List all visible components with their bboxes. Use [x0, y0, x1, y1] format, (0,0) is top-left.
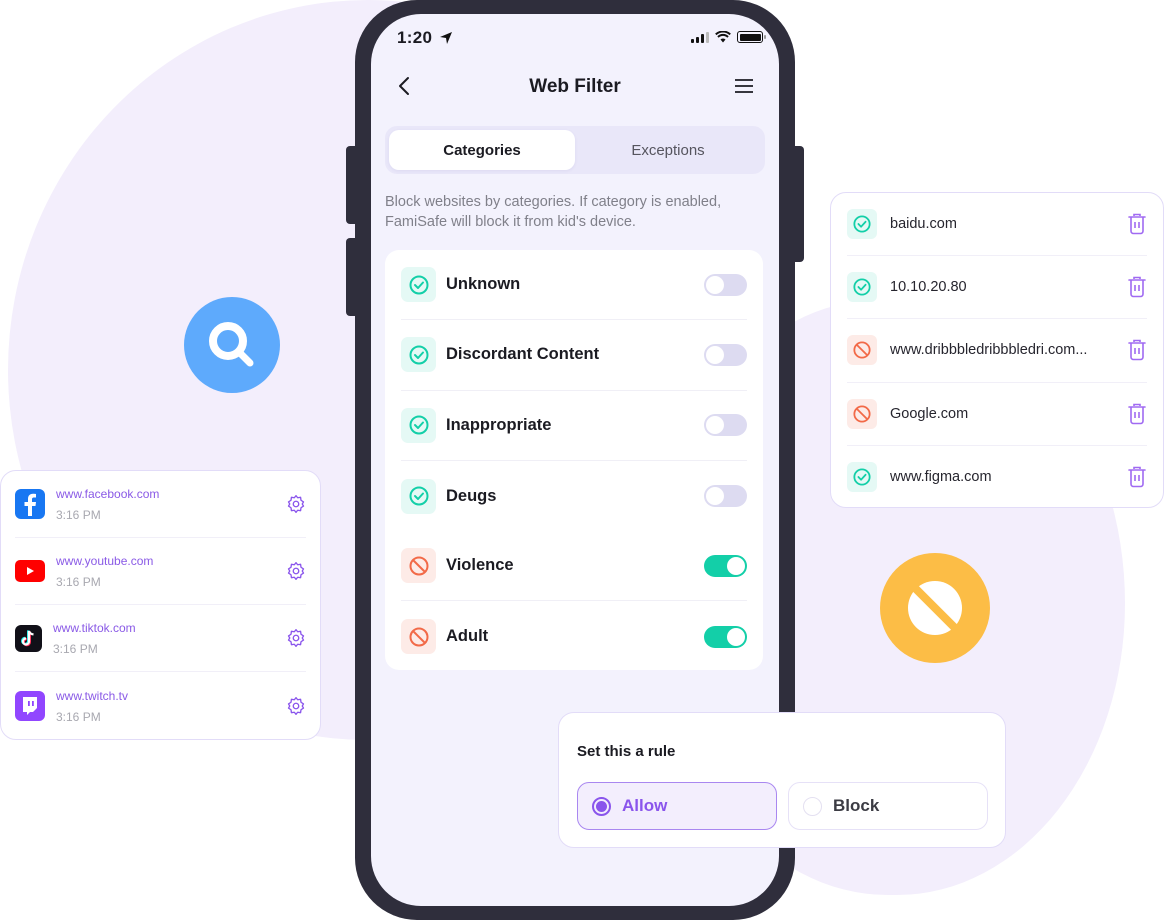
block-icon: [401, 619, 436, 655]
battery-icon: [737, 31, 766, 43]
category-list: Unknown Discordant Content Inappropriate: [385, 250, 763, 670]
block-icon: [847, 398, 877, 429]
signal-icon: [691, 31, 709, 43]
category-row: Adult: [401, 601, 747, 671]
block-icon: [847, 335, 877, 366]
rule-title: Set this a rule: [577, 743, 676, 760]
page-title: Web Filter: [529, 76, 621, 97]
exception-row: 10.10.20.80: [847, 256, 1147, 320]
trash-icon[interactable]: [1127, 213, 1147, 235]
category-row: Unknown: [401, 250, 747, 321]
category-row: Deugs: [401, 461, 747, 531]
block-bubble: [880, 553, 990, 663]
category-label: Unknown: [446, 275, 521, 294]
nav-bar: Web Filter: [371, 74, 779, 100]
trash-icon[interactable]: [1127, 339, 1147, 361]
search-bubble: [184, 297, 280, 393]
exception-row: www.figma.com: [847, 446, 1147, 509]
site-url[interactable]: www.twitch.tv: [56, 688, 286, 704]
category-toggle[interactable]: [704, 414, 747, 437]
site-row: www.twitch.tv 3:16 PM: [15, 672, 306, 739]
twitch-icon: [15, 690, 45, 721]
category-toggle[interactable]: [704, 273, 747, 296]
site-time: 3:16 PM: [56, 508, 101, 522]
block-label: Block: [833, 796, 880, 815]
exceptions-card: baidu.com 10.10.20.80 www.dribbbledribbb…: [830, 192, 1164, 508]
category-label: Violence: [446, 556, 514, 575]
site-time: 3:16 PM: [56, 709, 101, 724]
radio-checked[interactable]: [592, 796, 611, 816]
trash-icon[interactable]: [1127, 276, 1147, 298]
trash-icon[interactable]: [1127, 403, 1147, 425]
gear-icon[interactable]: [286, 561, 306, 581]
block-icon: [908, 581, 962, 635]
category-label: Discordant Content: [446, 345, 600, 364]
menu-icon[interactable]: [735, 78, 753, 94]
gear-icon[interactable]: [286, 494, 306, 514]
exception-url: 10.10.20.80: [890, 279, 967, 296]
category-toggle[interactable]: [704, 485, 747, 508]
category-toggle[interactable]: [704, 554, 747, 577]
check-circle-icon: [401, 407, 436, 443]
site-url[interactable]: www.youtube.com: [56, 553, 286, 569]
site-row: www.tiktok.com 3:16 PM: [15, 605, 306, 672]
site-url[interactable]: www.facebook.com: [56, 486, 286, 502]
youtube-icon: [15, 560, 45, 582]
allow-option[interactable]: Allow: [577, 782, 777, 830]
site-row: www.youtube.com 3:16 PM: [15, 538, 306, 605]
recent-sites-card: www.facebook.com 3:16 PM www.youtube.com…: [0, 470, 321, 740]
category-label: Adult: [446, 627, 489, 646]
site-row: www.facebook.com 3:16 PM: [15, 471, 306, 538]
category-row: Inappropriate: [401, 391, 747, 461]
facebook-icon: [15, 489, 45, 519]
tab-categories[interactable]: Categories: [389, 130, 575, 170]
exception-row: Google.com: [847, 383, 1147, 446]
exception-row: www.dribbbledribbbledri.com...: [847, 319, 1147, 383]
gear-icon[interactable]: [286, 628, 306, 648]
exception-url: www.figma.com: [890, 469, 992, 486]
gear-icon[interactable]: [286, 696, 306, 716]
exception-url: www.dribbbledribbbledri.com...: [890, 342, 1088, 359]
segmented-tabs: Categories Exceptions: [385, 126, 765, 174]
status-indicators: [691, 31, 766, 43]
category-row: Discordant Content: [401, 320, 747, 391]
radio-unchecked[interactable]: [803, 796, 822, 816]
category-label: Inappropriate: [446, 415, 552, 434]
allow-label: Allow: [622, 796, 668, 815]
tiktok-icon: [15, 624, 42, 652]
exception-url: Google.com: [890, 405, 969, 422]
check-circle-icon: [847, 209, 877, 240]
exception-row: baidu.com: [847, 193, 1147, 257]
category-toggle[interactable]: [704, 625, 747, 648]
status-time: 1:20: [397, 28, 433, 47]
site-url[interactable]: www.tiktok.com: [53, 620, 286, 636]
status-bar: 1:20: [371, 28, 779, 52]
trash-icon[interactable]: [1127, 466, 1147, 488]
check-circle-icon: [847, 272, 877, 303]
site-time: 3:16 PM: [53, 642, 98, 656]
category-label: Deugs: [446, 486, 497, 505]
category-row: Violence: [401, 531, 747, 602]
check-circle-icon: [401, 337, 436, 373]
location-arrow-icon: [440, 32, 452, 44]
search-icon: [209, 322, 254, 367]
block-option[interactable]: Block: [788, 782, 988, 830]
check-circle-icon: [847, 462, 877, 493]
description-text: Block websites by categories. If categor…: [385, 194, 722, 230]
wifi-icon: [715, 31, 731, 43]
tab-exceptions[interactable]: Exceptions: [575, 130, 761, 170]
check-circle-icon: [401, 267, 436, 303]
check-circle-icon: [401, 478, 436, 514]
block-icon: [401, 548, 436, 584]
rule-card: Set this a rule Allow Block: [558, 712, 1006, 848]
category-toggle[interactable]: [704, 343, 747, 366]
exception-url: baidu.com: [890, 216, 957, 233]
site-time: 3:16 PM: [56, 575, 101, 589]
